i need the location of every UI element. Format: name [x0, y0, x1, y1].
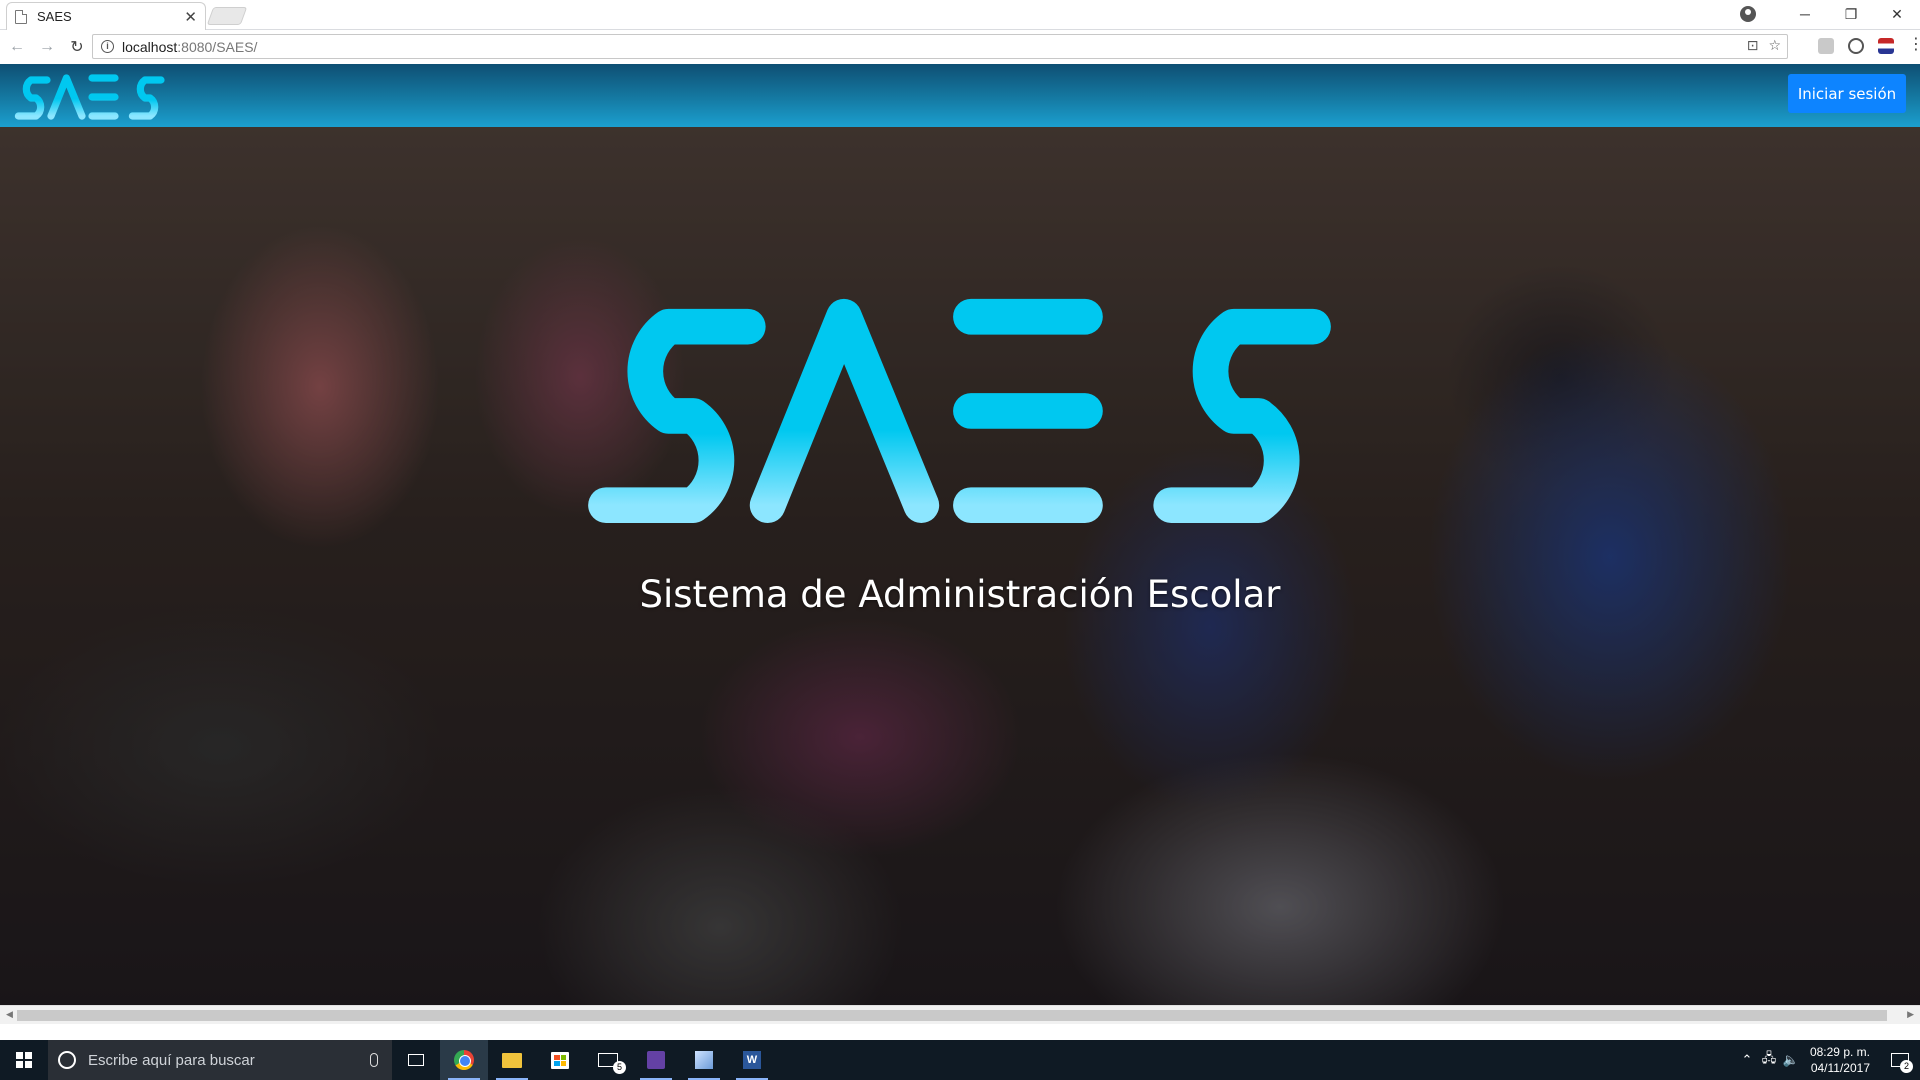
chevron-up-icon[interactable]: ⌃: [1736, 1052, 1758, 1068]
taskbar-search[interactable]: Escribe aquí para buscar: [48, 1040, 392, 1080]
back-icon[interactable]: ←: [4, 38, 30, 56]
store-taskbar-button[interactable]: [536, 1040, 584, 1080]
word-icon: W: [743, 1051, 761, 1069]
restore-button[interactable]: ❐: [1828, 6, 1874, 23]
file-explorer-taskbar-button[interactable]: [488, 1040, 536, 1080]
notification-badge: 2: [1900, 1060, 1913, 1073]
search-placeholder: Escribe aquí para buscar: [88, 1051, 255, 1069]
clock-date: 04/11/2017: [1810, 1061, 1870, 1075]
file-explorer-icon: [502, 1052, 522, 1068]
windows-taskbar: Escribe aquí para buscar 5 W ⌃ 🖧 🔈 08:29…: [0, 1040, 1920, 1080]
action-center-button[interactable]: 2: [1880, 1040, 1920, 1080]
saes-logo[interactable]: [14, 72, 166, 120]
box-taskbar-button[interactable]: [680, 1040, 728, 1080]
tab-title: SAES: [37, 9, 72, 24]
start-button[interactable]: [0, 1040, 48, 1080]
system-tray: ⌃ 🖧 🔈 08:29 p. m. 04/11/2017 2: [1736, 1040, 1920, 1080]
word-taskbar-button[interactable]: W: [728, 1040, 776, 1080]
site-navbar: Iniciar sesión: [0, 64, 1920, 127]
task-view-icon: [408, 1054, 424, 1066]
bookmark-star-icon[interactable]: ☆: [1768, 37, 1781, 54]
volume-icon[interactable]: 🔈: [1780, 1052, 1802, 1068]
extension-icons: ⋮: [1818, 37, 1920, 54]
browser-tabstrip: SAES ✕ ─ ❐ ✕: [0, 0, 1920, 30]
extension-icon[interactable]: [1818, 38, 1834, 54]
reload-icon[interactable]: ↻: [64, 37, 90, 57]
new-tab-button[interactable]: [206, 7, 248, 25]
browser-toolbar: ← → ↻ i localhost:8080/SAES/ ⊡ ☆ ⋮: [0, 30, 1920, 64]
flag-extension-icon[interactable]: [1878, 38, 1894, 54]
minimize-button[interactable]: ─: [1782, 6, 1828, 22]
vpn-extension-icon[interactable]: [1848, 38, 1864, 54]
scroll-right-icon[interactable]: ▶: [1907, 1009, 1914, 1020]
hero-banner: Sistema de Administración Escolar: [0, 127, 1920, 1005]
cortana-icon: [58, 1051, 76, 1069]
close-window-button[interactable]: ✕: [1874, 6, 1920, 23]
close-tab-icon[interactable]: ✕: [184, 8, 197, 26]
task-view-button[interactable]: [392, 1040, 440, 1080]
windows-icon: [16, 1052, 32, 1068]
hero-subtitle: Sistema de Administración Escolar: [639, 573, 1281, 616]
forward-icon[interactable]: →: [34, 38, 60, 56]
clock-time: 08:29 p. m.: [1809, 1045, 1870, 1059]
hero-saes-logo: [588, 298, 1331, 524]
browser-menu-icon[interactable]: ⋮: [1908, 37, 1920, 54]
twitch-icon: [647, 1051, 665, 1069]
mail-badge: 5: [613, 1061, 626, 1074]
info-icon[interactable]: i: [101, 40, 114, 53]
url-host: localhost: [122, 38, 178, 55]
chrome-icon: [454, 1050, 474, 1070]
scrollbar-thumb[interactable]: [17, 1010, 1887, 1021]
box-icon: [695, 1051, 713, 1069]
chrome-taskbar-button[interactable]: [440, 1040, 488, 1080]
page-viewport: Iniciar sesión Sistema de Administración…: [0, 64, 1920, 1024]
scroll-left-icon[interactable]: ◀: [6, 1009, 13, 1020]
page-icon: [15, 9, 27, 24]
twitch-taskbar-button[interactable]: [632, 1040, 680, 1080]
login-button[interactable]: Iniciar sesión: [1788, 74, 1906, 113]
mail-taskbar-button[interactable]: 5: [584, 1040, 632, 1080]
url-path: :8080/SAES/: [177, 38, 258, 55]
microphone-icon[interactable]: [370, 1053, 378, 1067]
store-icon: [551, 1051, 569, 1069]
browser-tab[interactable]: SAES ✕: [6, 2, 206, 30]
clock[interactable]: 08:29 p. m. 04/11/2017: [1802, 1044, 1880, 1076]
horizontal-scrollbar[interactable]: ◀ ▶: [0, 1005, 1920, 1024]
network-icon[interactable]: 🖧: [1758, 1049, 1780, 1071]
address-bar[interactable]: i localhost:8080/SAES/ ⊡ ☆: [92, 34, 1788, 59]
translate-icon[interactable]: ⊡: [1747, 37, 1759, 54]
account-icon[interactable]: [1740, 6, 1756, 22]
window-controls: ─ ❐ ✕: [1740, 0, 1920, 28]
omnibox-actions: ⊡ ☆: [1747, 37, 1781, 54]
